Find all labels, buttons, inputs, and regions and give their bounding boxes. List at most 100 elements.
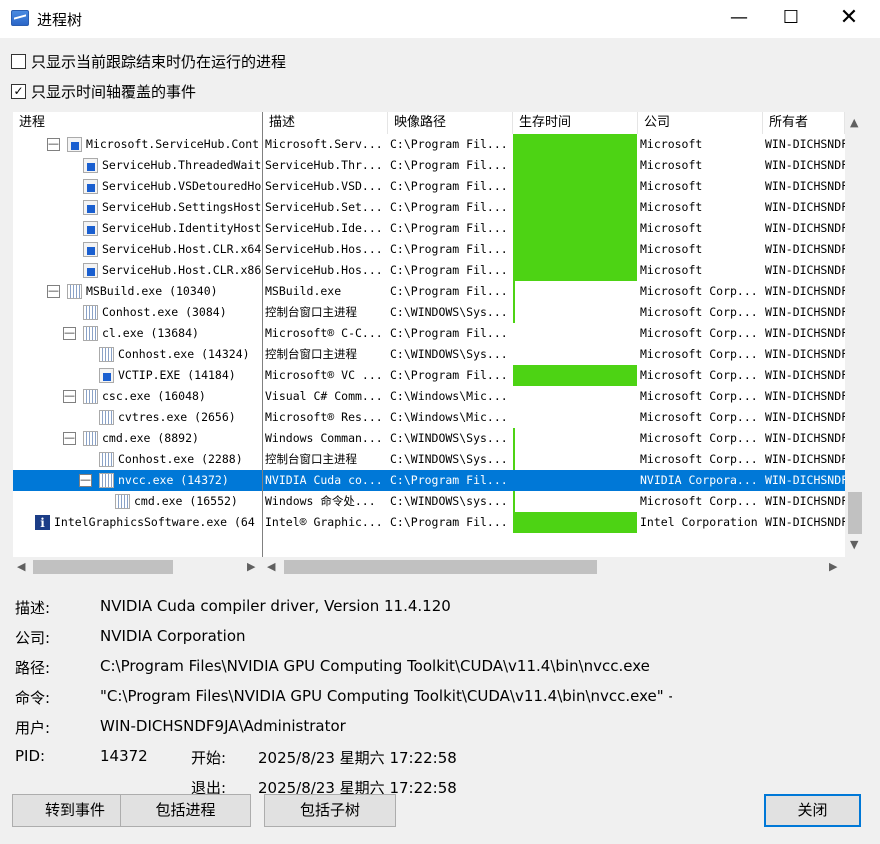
process-name-cell[interactable]: ServiceHub.SettingsHost [13, 197, 261, 218]
owner-cell: WIN-DICHSNDF [765, 326, 845, 340]
column-header-lifetime[interactable]: 生存时间 [513, 112, 638, 134]
table-row[interactable]: VCTIP.EXE (14184) Microsoft® VC ... C:\Pro… [13, 365, 845, 386]
process-name-cell[interactable]: cmd.exe (16552) [13, 491, 261, 512]
collapse-icon[interactable]: — [47, 138, 60, 151]
table-row[interactable]: ServiceHub.VSDetouredHo ServiceHub.VSD...… [13, 176, 845, 197]
scroll-left-icon[interactable]: ◀ [17, 560, 25, 573]
process-name-cell[interactable]: cvtres.exe (2656) [13, 407, 261, 428]
close-window-button[interactable]: ✕ [826, 0, 872, 38]
process-name-cell[interactable]: Conhost.exe (3084) [13, 302, 261, 323]
process-name-cell[interactable]: ServiceHub.Host.CLR.x64 [13, 239, 261, 260]
company-cell: Microsoft [640, 263, 703, 277]
table-row[interactable]: — cmd.exe (8892) Windows Comman... C:\WINDO… [13, 428, 845, 449]
process-name: Conhost.exe (2288) [118, 452, 243, 466]
column-header-description[interactable]: 描述 [263, 112, 388, 134]
table-row[interactable]: ServiceHub.ThreadedWait ServiceHub.Thr...… [13, 155, 845, 176]
user-label: 用户: [15, 719, 51, 737]
maximize-button[interactable]: ☐ [768, 0, 814, 38]
scroll-up-icon[interactable]: ▲ [850, 116, 858, 129]
collapse-icon[interactable]: — [63, 432, 76, 445]
window-app-icon [83, 221, 98, 236]
window-title: 进程树 [37, 11, 83, 29]
lifetime-bar [513, 302, 515, 323]
table-row[interactable]: Conhost.exe (14324) 控制台窗口主进程 C:\WINDOWS\Sy… [13, 344, 845, 365]
path-label: 路径: [15, 659, 51, 677]
process-name-cell[interactable]: — nvcc.exe (14372) [13, 470, 261, 491]
minimize-button[interactable]: — [716, 0, 762, 38]
table-row[interactable]: ServiceHub.Host.CLR.x86 ServiceHub.Hos...… [13, 260, 845, 281]
table-row[interactable]: ServiceHub.SettingsHost ServiceHub.Set...… [13, 197, 845, 218]
image-path-cell: C:\Program Fil... [390, 473, 508, 487]
column-header-owner[interactable]: 所有者 [763, 112, 845, 134]
pid-label: PID: [15, 747, 46, 765]
table-row[interactable]: cvtres.exe (2656) Microsoft® Res... C:\Win… [13, 407, 845, 428]
image-path-cell: C:\Windows\Mic... [390, 410, 508, 424]
right-horizontal-scroll-thumb[interactable] [284, 560, 597, 574]
owner-cell: WIN-DICHSNDF [765, 242, 845, 256]
column-header-process[interactable]: 进程 [13, 112, 263, 134]
process-name-cell[interactable]: ServiceHub.IdentityHost [13, 218, 261, 239]
process-name-cell[interactable]: VCTIP.EXE (14184) [13, 365, 261, 386]
image-path-cell: C:\Program Fil... [390, 221, 508, 235]
image-path-cell: C:\Program Fil... [390, 200, 508, 214]
owner-cell: WIN-DICHSNDF [765, 368, 845, 382]
left-horizontal-scroll-thumb[interactable] [33, 560, 173, 574]
process-name-cell[interactable]: ServiceHub.ThreadedWait [13, 155, 261, 176]
scroll-right-icon[interactable]: ▶ [247, 560, 255, 573]
option-timeline-events[interactable]: ✓ 只显示时间轴覆盖的事件 [11, 81, 196, 102]
table-row[interactable]: i IntelGraphicsSoftware.exe (64 Intel® Gra… [13, 512, 845, 533]
collapse-icon[interactable]: — [63, 390, 76, 403]
process-name-cell[interactable]: — csc.exe (16048) [13, 386, 261, 407]
vertical-scroll-thumb[interactable] [848, 492, 862, 534]
table-row[interactable]: — nvcc.exe (14372) NVIDIA Cuda co... C:\Pro… [13, 470, 845, 491]
collapse-icon[interactable]: — [47, 285, 60, 298]
running-only-checkbox[interactable] [11, 54, 26, 69]
vertical-scrollbar[interactable]: ▲ ▼ [845, 112, 865, 557]
close-button[interactable]: 关闭 [764, 794, 861, 827]
table-row[interactable]: — cl.exe (13684) Microsoft® C-C... C:\Progr… [13, 323, 845, 344]
process-name-cell[interactable]: — cmd.exe (8892) [13, 428, 261, 449]
process-name-cell[interactable]: Conhost.exe (14324) [13, 344, 261, 365]
table-row[interactable]: ServiceHub.IdentityHost ServiceHub.Ide...… [13, 218, 845, 239]
include-subtree-button[interactable]: 包括子树 [264, 794, 396, 827]
process-name-cell[interactable]: — cl.exe (13684) [13, 323, 261, 344]
lifetime-bar [513, 155, 637, 176]
process-name: VCTIP.EXE (14184) [118, 368, 236, 382]
process-tree-table[interactable]: 进程 描述 映像路径 生存时间 公司 所有者 — Microsoft.Servic… [13, 112, 865, 557]
collapse-icon[interactable]: — [79, 474, 92, 487]
company-cell: NVIDIA Corpora... [640, 473, 758, 487]
process-name-cell[interactable]: — MSBuild.exe (10340) [13, 281, 261, 302]
process-name-cell[interactable]: — Microsoft.ServiceHub.Cont [13, 134, 261, 155]
image-path-cell: C:\Program Fil... [390, 263, 508, 277]
scroll-down-icon[interactable]: ▼ [850, 538, 858, 551]
company-label: 公司: [15, 629, 51, 647]
column-header-company[interactable]: 公司 [638, 112, 763, 134]
right-horizontal-scrollbar[interactable]: ◀ ▶ [263, 557, 845, 577]
lifetime-bar [513, 491, 515, 512]
description-cell: 控制台窗口主进程 [265, 347, 357, 361]
process-name-cell[interactable]: i IntelGraphicsSoftware.exe (64 [13, 512, 261, 533]
table-row[interactable]: — csc.exe (16048) Visual C# Comm... C:\Wind… [13, 386, 845, 407]
console-app-icon [99, 410, 114, 425]
left-horizontal-scrollbar[interactable]: ◀ ▶ [13, 557, 262, 577]
option-running-only[interactable]: 只显示当前跟踪结束时仍在运行的进程 [11, 51, 286, 72]
include-process-button[interactable]: 包括进程 [120, 794, 251, 827]
image-path-cell: C:\Program Fil... [390, 515, 508, 529]
process-name-cell[interactable]: ServiceHub.VSDetouredHo [13, 176, 261, 197]
table-row[interactable]: — Microsoft.ServiceHub.Cont Microsoft.Serv… [13, 134, 845, 155]
collapse-icon[interactable]: — [63, 327, 76, 340]
table-row[interactable]: cmd.exe (16552) Windows 命令处... C:\WINDOWS\… [13, 491, 845, 512]
scroll-right-icon[interactable]: ▶ [829, 560, 837, 573]
table-row[interactable]: Conhost.exe (2288) 控制台窗口主进程 C:\WINDOWS\Sys… [13, 449, 845, 470]
process-name-cell[interactable]: ServiceHub.Host.CLR.x86 [13, 260, 261, 281]
company-cell: Microsoft Corp... [640, 494, 758, 508]
timeline-events-checkbox[interactable]: ✓ [11, 84, 26, 99]
image-path-cell: C:\WINDOWS\sys... [390, 494, 508, 508]
column-header-image-path[interactable]: 映像路径 [388, 112, 513, 134]
pane-splitter[interactable] [262, 112, 263, 557]
table-row[interactable]: Conhost.exe (3084) 控制台窗口主进程 C:\WINDOWS\Sys… [13, 302, 845, 323]
table-row[interactable]: — MSBuild.exe (10340) MSBuild.exe C:\Progra… [13, 281, 845, 302]
table-row[interactable]: ServiceHub.Host.CLR.x64 ServiceHub.Hos...… [13, 239, 845, 260]
process-name-cell[interactable]: Conhost.exe (2288) [13, 449, 261, 470]
scroll-left-icon[interactable]: ◀ [267, 560, 275, 573]
